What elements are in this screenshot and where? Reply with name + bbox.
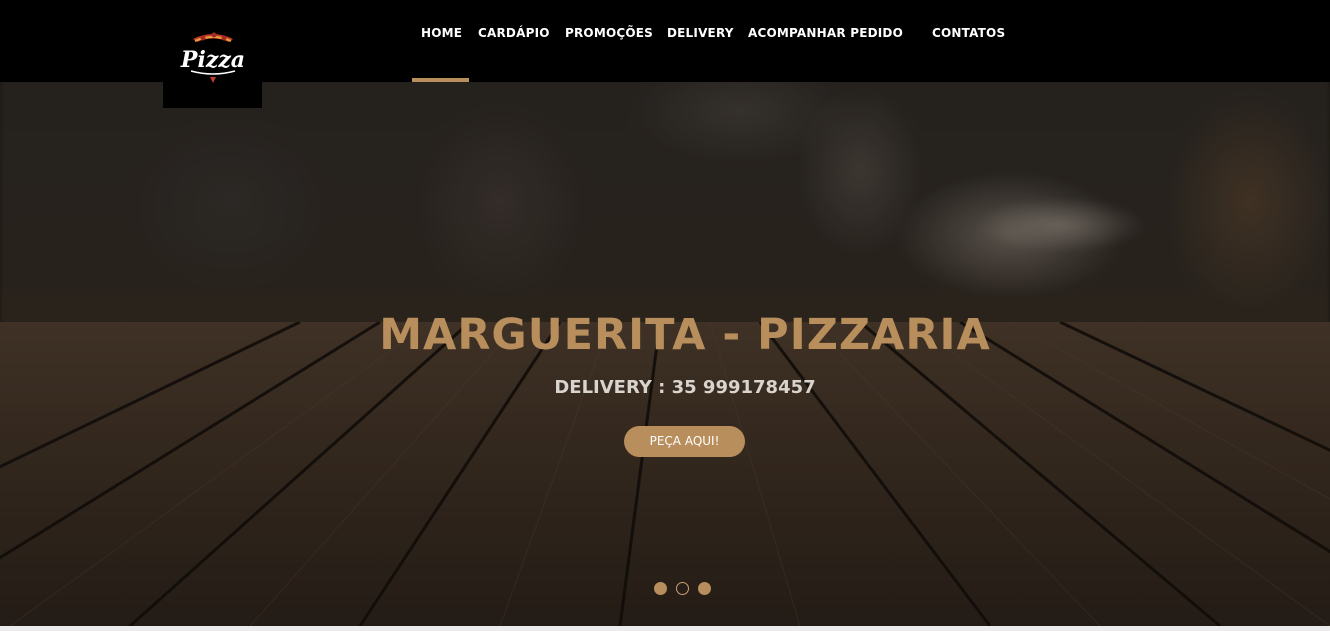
nav-item-acompanhar-pedido[interactable]: ACOMPANHAR PEDIDO [748,26,903,46]
order-now-button[interactable]: PEÇA AQUI! [624,426,745,457]
slider-dot-1[interactable] [654,582,667,595]
logo-wordmark: Pizza [180,47,245,73]
site-logo[interactable]: Pizza [163,0,262,108]
page-bottom-strip [0,626,1330,631]
slider-pagination [654,582,711,596]
nav-item-home[interactable]: HOME [421,26,462,46]
slider-dot-2[interactable] [676,582,689,595]
slider-dot-3[interactable] [698,582,711,595]
pizza-logo-icon: Pizza [180,32,245,83]
page: MARGUERITA - PIZZARIA DELIVERY : 35 9991… [0,0,1330,631]
nav-item-promocoes[interactable]: PROMOÇÕES [565,26,653,46]
hero-delivery-phone: DELIVERY : 35 999178457 [554,377,816,398]
nav-item-delivery[interactable]: DELIVERY [667,26,734,46]
nav-item-cardapio[interactable]: CARDÁPIO [478,26,550,46]
hero-title: MARGUERITA - PIZZARIA [379,310,991,360]
active-nav-indicator [412,78,469,82]
nav-item-contatos[interactable]: CONTATOS [932,26,1005,46]
